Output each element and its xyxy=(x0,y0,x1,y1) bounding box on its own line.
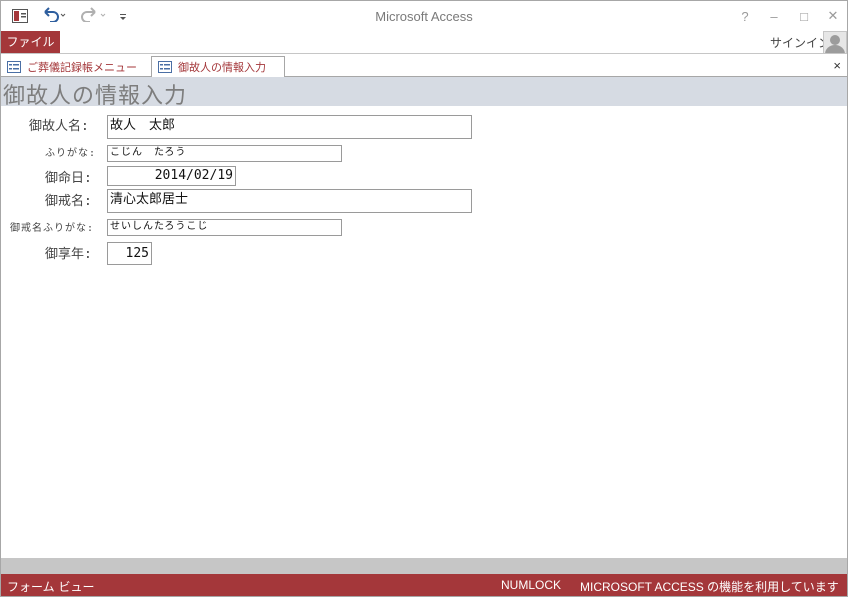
close-window-button[interactable]: ✕ xyxy=(823,7,843,25)
minimize-button[interactable]: – xyxy=(764,7,784,25)
undo-icon xyxy=(41,6,67,26)
numlock-indicator: NUMLOCK xyxy=(501,578,562,592)
redo-icon xyxy=(81,6,107,26)
customize-qat-icon xyxy=(118,7,128,26)
name-kana-label: ふりがな: xyxy=(45,148,97,159)
signin-link[interactable]: サインイン xyxy=(770,34,830,51)
status-message: MICROSOFT ACCESS の機能を利用しています xyxy=(580,580,839,594)
posthumous-name-field[interactable]: 清心太郎居士 xyxy=(107,189,472,213)
undo-button[interactable] xyxy=(39,7,69,25)
user-icon xyxy=(825,35,845,54)
name-field[interactable]: 故人 太郎 xyxy=(107,115,472,139)
access-app-icon[interactable] xyxy=(10,7,30,25)
ribbon-bar: ファイル サインイン xyxy=(1,31,847,55)
posthumous-kana-label: 御戒名ふりがな: xyxy=(10,223,95,234)
close-document-button[interactable]: × xyxy=(833,58,841,73)
view-status: フォーム ビュー xyxy=(7,580,95,594)
title-bar: Microsoft Access ? – □ ✕ xyxy=(1,1,847,31)
file-tab[interactable]: ファイル xyxy=(1,31,60,53)
record-navigation-area xyxy=(1,558,847,574)
posthumous-kana-field[interactable]: せいしんたろうこじ xyxy=(107,219,342,236)
tab-funeral-record-menu[interactable]: ご葬儀記録帳メニュー xyxy=(1,56,149,78)
death-date-field[interactable]: 2014/02/19 xyxy=(107,166,236,186)
help-button[interactable]: ? xyxy=(735,7,755,25)
form-header: 御故人の情報入力 xyxy=(1,77,847,109)
name-kana-field[interactable]: こじん たろう xyxy=(107,145,342,162)
posthumous-name-label: 御戒名: xyxy=(45,194,92,209)
avatar[interactable] xyxy=(823,31,847,55)
name-label: 御故人名: xyxy=(29,119,89,134)
death-date-label: 御命日: xyxy=(45,171,92,186)
access-window: Microsoft Access ? – □ ✕ ファイル サインイン ご葬儀記… xyxy=(0,0,848,597)
maximize-button[interactable]: □ xyxy=(794,7,814,25)
redo-button[interactable] xyxy=(79,7,109,25)
form-title: 御故人の情報入力 xyxy=(3,84,188,109)
age-field[interactable]: 125 xyxy=(107,242,152,265)
tab-label: 御故人の情報入力 xyxy=(178,61,266,74)
tab-deceased-info-entry[interactable]: 御故人の情報入力 xyxy=(151,56,285,78)
status-bar: フォーム ビュー NUMLOCK MICROSOFT ACCESS の機能を利用… xyxy=(1,574,847,596)
tab-label: ご葬儀記録帳メニュー xyxy=(27,61,137,74)
customize-qat-button[interactable] xyxy=(117,7,129,25)
form-icon xyxy=(158,61,172,73)
form-icon xyxy=(7,61,21,73)
document-tab-bar: ご葬儀記録帳メニュー 御故人の情報入力 × xyxy=(1,53,847,78)
age-label: 御享年: xyxy=(45,247,92,262)
